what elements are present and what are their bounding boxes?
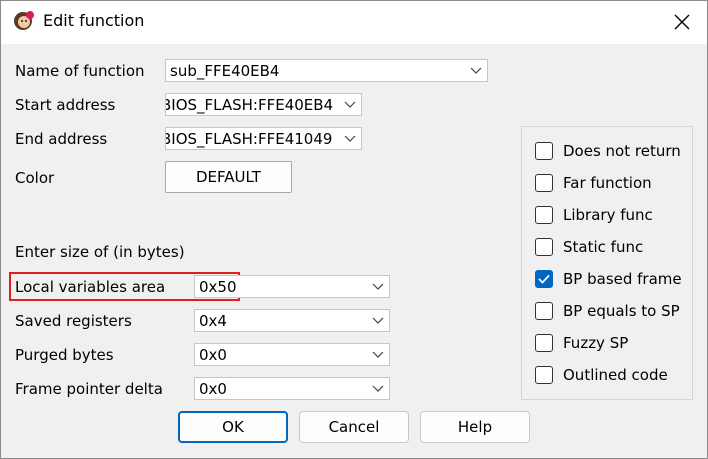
checkbox[interactable] xyxy=(535,142,553,160)
flag-checkbox-row[interactable]: Fuzzy SP xyxy=(535,334,628,352)
function-flags-group: Does not return Far function Library func S… xyxy=(521,126,693,400)
flag-checkbox-row[interactable]: BP equals to SP xyxy=(535,302,680,320)
window-title: Edit function xyxy=(43,11,145,30)
saved-registers-value: 0x4 xyxy=(199,311,227,330)
title-bar: Edit function xyxy=(0,0,708,44)
checkbox[interactable] xyxy=(535,206,553,224)
name-of-function-label: Name of function xyxy=(15,62,145,80)
purged-bytes-combo[interactable]: 0x0 xyxy=(194,343,390,366)
flag-label: Far function xyxy=(563,174,652,192)
ok-button[interactable]: OK xyxy=(178,411,288,443)
flag-label: Static func xyxy=(563,238,644,256)
chevron-down-icon xyxy=(367,310,389,331)
flag-checkbox-row[interactable]: Outlined code xyxy=(535,366,668,384)
flag-label: Fuzzy SP xyxy=(563,334,629,352)
checkbox[interactable] xyxy=(535,334,553,352)
checkbox[interactable] xyxy=(535,366,553,384)
chevron-down-icon xyxy=(339,94,361,115)
saved-registers-combo[interactable]: 0x4 xyxy=(194,309,390,332)
start-address-value: BIOS_FLASH:FFE40EB4 xyxy=(166,95,334,114)
end-address-value: BIOS_FLASH:FFE41049 xyxy=(166,129,333,148)
help-button-label: Help xyxy=(457,418,493,436)
color-default-button-label: DEFAULT xyxy=(196,168,261,186)
purged-bytes-label: Purged bytes xyxy=(15,346,114,364)
flag-label: BP based frame xyxy=(563,270,682,288)
ok-button-label: OK xyxy=(222,418,244,436)
local-variables-value: 0x50 xyxy=(199,277,237,296)
close-button[interactable] xyxy=(660,6,704,38)
flag-checkbox-row[interactable]: Library func xyxy=(535,206,653,224)
checkbox[interactable] xyxy=(535,238,553,256)
local-variables-combo[interactable]: 0x50 xyxy=(194,275,390,298)
flag-checkbox-row[interactable]: Static func xyxy=(535,238,643,256)
checkbox[interactable] xyxy=(535,302,553,320)
color-label: Color xyxy=(15,169,55,187)
checkmark-icon xyxy=(538,274,550,284)
chevron-down-icon xyxy=(367,378,389,399)
frame-pointer-delta-label: Frame pointer delta xyxy=(15,380,163,398)
cancel-button-label: Cancel xyxy=(328,418,380,436)
flag-checkbox-row[interactable]: Does not return xyxy=(535,142,681,160)
name-of-function-value: sub_FFE40EB4 xyxy=(170,61,280,80)
color-default-button[interactable]: DEFAULT xyxy=(165,161,292,193)
saved-registers-label: Saved registers xyxy=(15,312,132,330)
end-address-combo[interactable]: BIOS_FLASH:FFE41049 xyxy=(165,127,362,150)
frame-pointer-delta-value: 0x0 xyxy=(199,379,227,398)
ida-app-icon xyxy=(14,11,34,30)
start-address-label: Start address xyxy=(15,96,116,114)
chevron-down-icon xyxy=(465,60,487,81)
checkbox-checked[interactable] xyxy=(535,270,553,288)
purged-bytes-value: 0x0 xyxy=(199,345,227,364)
frame-pointer-delta-combo[interactable]: 0x0 xyxy=(194,377,390,400)
flag-label: Outlined code xyxy=(563,366,668,384)
chevron-down-icon xyxy=(367,276,389,297)
size-heading: Enter size of (in bytes) xyxy=(15,243,185,261)
cancel-button[interactable]: Cancel xyxy=(299,411,409,443)
chevron-down-icon xyxy=(367,344,389,365)
chevron-down-icon xyxy=(339,128,361,149)
flag-label: BP equals to SP xyxy=(563,302,680,320)
help-button[interactable]: Help xyxy=(420,411,530,443)
end-address-label: End address xyxy=(15,130,108,148)
checkbox[interactable] xyxy=(535,174,553,192)
name-of-function-combo[interactable]: sub_FFE40EB4 xyxy=(165,59,488,82)
flag-label: Library func xyxy=(563,206,653,224)
close-icon xyxy=(674,14,690,30)
flag-checkbox-row[interactable]: Far function xyxy=(535,174,652,192)
local-variables-label: Local variables area xyxy=(15,278,166,296)
flag-label: Does not return xyxy=(563,142,681,160)
flag-checkbox-row[interactable]: BP based frame xyxy=(535,270,682,288)
start-address-combo[interactable]: BIOS_FLASH:FFE40EB4 xyxy=(165,93,362,116)
